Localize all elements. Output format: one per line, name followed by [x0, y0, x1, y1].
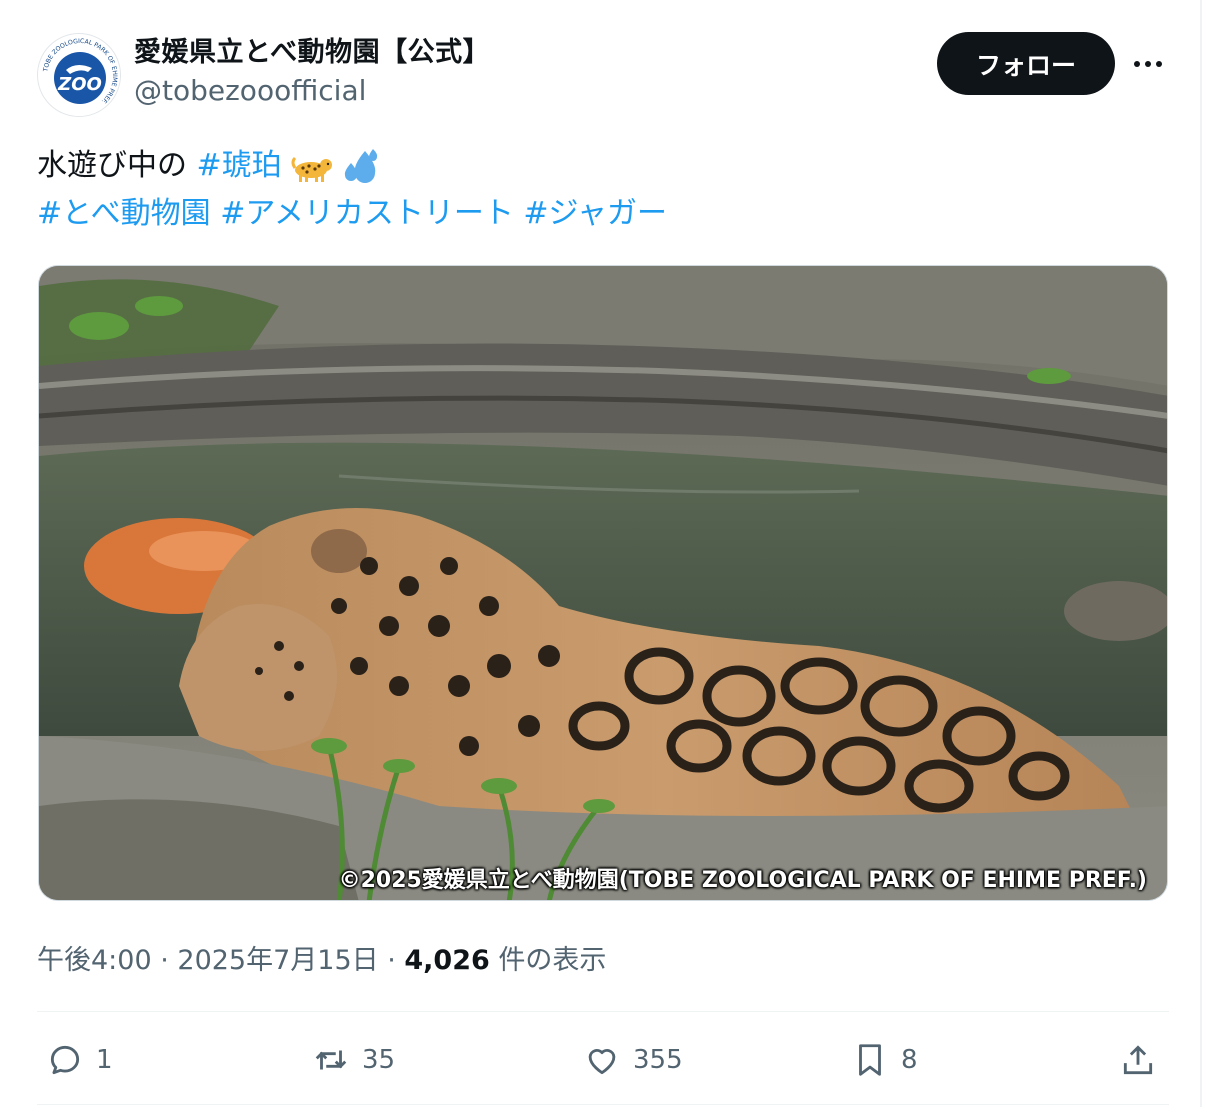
hashtag-link[interactable]: #琥珀	[197, 148, 282, 183]
tweet-text: 水遊び中の	[37, 148, 197, 183]
more-horizontal-icon	[1134, 61, 1140, 67]
share-icon	[1123, 1045, 1153, 1075]
jaguar-photo	[39, 266, 1167, 900]
tweet-time[interactable]: 午後4:00	[37, 945, 152, 976]
hashtag-link[interactable]: #とべ動物園	[37, 196, 211, 231]
zoo-logo-icon: TOBE ZOOLOGICAL PARK OF EHIME PREF. ZOO	[40, 36, 120, 116]
leopard-emoji-icon	[291, 156, 333, 182]
tweet-text-line-2: #とべ動物園 #アメリカストリート #ジャガー	[37, 194, 667, 234]
bookmark-button[interactable]: 8	[851, 1038, 918, 1082]
display-name[interactable]: 愛媛県立とべ動物園【公式】	[134, 30, 490, 69]
like-button[interactable]: 355	[583, 1038, 683, 1082]
media-caption: ©2025愛媛県立とべ動物園(TOBE ZOOLOGICAL PARK OF E…	[338, 868, 1147, 893]
sweat-droplets-icon	[344, 148, 377, 183]
reply-button[interactable]: 1	[46, 1038, 113, 1082]
like-count: 355	[633, 1045, 683, 1075]
reply-count: 1	[96, 1045, 113, 1075]
repost-icon	[315, 1050, 347, 1070]
heart-icon	[588, 1049, 616, 1075]
more-options-button[interactable]	[1128, 48, 1168, 80]
column-border	[1200, 0, 1202, 1107]
account-handle[interactable]: @tobezooofficial	[134, 74, 366, 107]
hashtag-link[interactable]: #アメリカストリート	[220, 196, 514, 231]
tweet-text-line-1: 水遊び中の #琥珀	[37, 146, 383, 187]
hashtag-link[interactable]: #ジャガー	[523, 196, 667, 231]
bookmark-count: 8	[901, 1045, 918, 1075]
tweet-meta: 午後4:00 · 2025年7月15日 · 4,026 件の表示	[37, 945, 607, 976]
avatar-logo-text: ZOO	[57, 74, 102, 95]
avatar[interactable]: TOBE ZOOLOGICAL PARK OF EHIME PREF. ZOO	[37, 33, 121, 117]
reply-icon	[50, 1045, 80, 1075]
views-label: 件の表示	[489, 945, 607, 976]
divider	[37, 1104, 1169, 1105]
tweet-date[interactable]: 2025年7月15日	[177, 945, 378, 976]
tweet-media[interactable]: ©2025愛媛県立とべ動物園(TOBE ZOOLOGICAL PARK OF E…	[38, 265, 1168, 901]
repost-button[interactable]: 35	[312, 1038, 395, 1082]
views-count: 4,026	[404, 945, 490, 976]
repost-count: 35	[362, 1045, 396, 1075]
bookmark-icon	[859, 1044, 881, 1076]
share-button[interactable]	[1119, 1038, 1157, 1082]
tweet-card: TOBE ZOOLOGICAL PARK OF EHIME PREF. ZOO …	[0, 0, 1231, 1107]
follow-button[interactable]: フォロー	[937, 32, 1115, 95]
divider	[37, 1011, 1169, 1012]
